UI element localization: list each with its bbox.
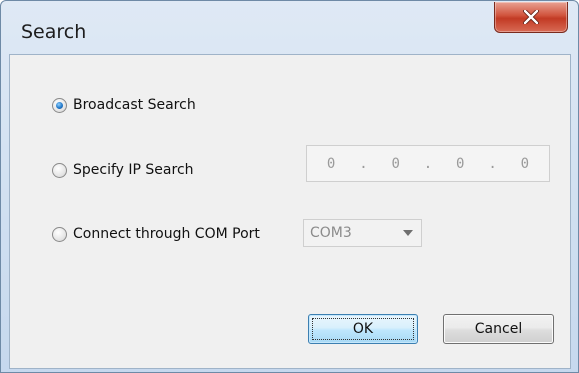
- ok-button[interactable]: OK: [308, 314, 418, 344]
- close-button[interactable]: [494, 2, 568, 33]
- cancel-button-label: Cancel: [474, 321, 523, 337]
- broadcast-search-label: Broadcast Search: [73, 97, 196, 113]
- ip-separator: .: [359, 155, 368, 172]
- specify-ip-search-label: Specify IP Search: [73, 162, 194, 178]
- window-title: Search: [21, 21, 87, 43]
- ip-address-input[interactable]: 0 . 0 . 0 . 0: [306, 145, 550, 182]
- specify-ip-search-option[interactable]: Specify IP Search: [52, 162, 194, 178]
- ip-separator: .: [488, 155, 497, 172]
- search-dialog: Search Broadcast Search Specify IP Searc…: [0, 0, 579, 373]
- dialog-panel: Broadcast Search Specify IP Search 0 . 0…: [10, 55, 570, 368]
- com-port-select[interactable]: COM3: [303, 219, 422, 247]
- specify-ip-search-radio[interactable]: [52, 162, 67, 178]
- chevron-down-icon[interactable]: [395, 230, 421, 236]
- ip-separator: .: [423, 155, 433, 172]
- ip-octet-3[interactable]: 0: [456, 156, 464, 172]
- broadcast-search-option[interactable]: Broadcast Search: [52, 97, 196, 113]
- ip-octet-2[interactable]: 0: [391, 156, 399, 172]
- ip-octet-1[interactable]: 0: [327, 156, 335, 172]
- com-port-label: Connect through COM Port: [73, 226, 260, 242]
- ip-octet-4[interactable]: 0: [521, 156, 529, 172]
- broadcast-search-radio[interactable]: [52, 97, 67, 113]
- com-port-option[interactable]: Connect through COM Port: [52, 226, 260, 242]
- dialog-body: Broadcast Search Specify IP Search 0 . 0…: [9, 54, 571, 369]
- close-icon: [523, 10, 539, 24]
- focus-rectangle: [312, 318, 414, 340]
- cancel-button[interactable]: Cancel: [443, 314, 554, 344]
- com-port-value: COM3: [310, 225, 352, 241]
- com-port-radio[interactable]: [52, 226, 67, 242]
